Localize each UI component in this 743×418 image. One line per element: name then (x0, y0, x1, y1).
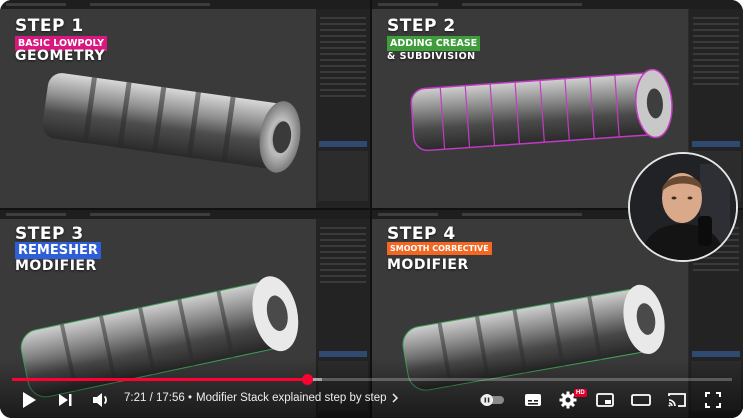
miniplayer-icon (596, 393, 614, 407)
volume-icon (93, 393, 107, 407)
chevron-right-icon (392, 393, 398, 403)
autoplay-toggle-icon (480, 394, 504, 406)
blender-outliner (316, 9, 370, 208)
step-subtitle: MODIFIER (15, 258, 97, 274)
chapter-button[interactable]: • Modifier Stack explained step by step (188, 392, 399, 404)
step-title: STEP 3 (15, 224, 84, 244)
step-title: STEP 2 (387, 16, 456, 36)
video-frame[interactable]: STEP 1 BASIC LOWPOLY GEOMETRY STEP 2 ADD… (0, 0, 743, 418)
step-tag: ADDING CREASE (387, 36, 481, 51)
theater-mode-icon (631, 394, 651, 406)
cast-icon (668, 393, 686, 407)
step-subtitle: GEOMETRY (15, 48, 106, 64)
progress-bar[interactable] (12, 378, 732, 381)
chapter-title: Modifier Stack explained step by step (196, 392, 387, 404)
time-display: 7:21 / 17:56 (124, 392, 185, 404)
cast-button[interactable] (666, 390, 688, 410)
next-icon (59, 394, 72, 406)
step-title: STEP 4 (387, 224, 456, 244)
volume-button[interactable] (90, 390, 112, 410)
presenter-image (630, 154, 736, 260)
video-player[interactable]: STEP 1 BASIC LOWPOLY GEOMETRY STEP 2 ADD… (0, 0, 743, 418)
quadrant-step-1: STEP 1 BASIC LOWPOLY GEOMETRY (0, 0, 370, 208)
autoplay-toggle[interactable] (478, 390, 508, 410)
hd-badge: HD (574, 389, 587, 397)
chapter-separator: • (188, 392, 193, 404)
play-icon (23, 392, 36, 408)
step-subtitle: MODIFIER (387, 257, 469, 273)
fullscreen-icon (705, 392, 721, 408)
step-title: STEP 1 (15, 16, 84, 36)
play-button[interactable] (18, 390, 40, 410)
theater-mode-button[interactable] (630, 390, 652, 410)
step-subtitle: & SUBDIVISION (387, 51, 476, 62)
step-tag: REMESHER (15, 242, 101, 259)
webcam-presenter (628, 152, 738, 262)
fullscreen-button[interactable] (702, 390, 724, 410)
progress-played (12, 378, 308, 381)
step-tag: SMOOTH CORRECTIVE (387, 242, 492, 255)
next-button[interactable] (54, 390, 76, 410)
subtitles-icon (525, 394, 541, 406)
subtitles-button[interactable] (522, 390, 544, 410)
miniplayer-button[interactable] (594, 390, 616, 410)
